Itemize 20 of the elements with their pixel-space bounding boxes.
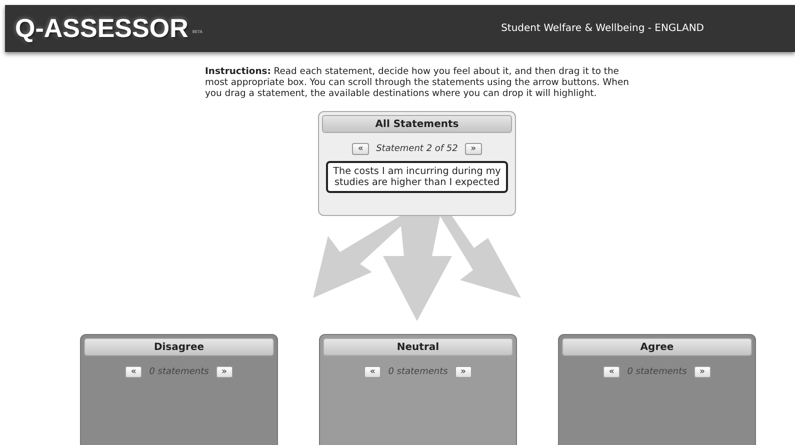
previous-button[interactable]: « <box>364 366 382 378</box>
instructions-text: Instructions: Read each statement, decide how you feel about it, and then drag it to the most appropriate box. You can scroll through the statements using the arrow buttons. When you drag a statement, the available destinations where you can drop it will highlight. <box>205 66 630 99</box>
previous-button[interactable]: « <box>125 366 142 378</box>
statement-counter: 0 statements <box>388 367 448 377</box>
panel-title: Neutral <box>323 338 513 356</box>
previous-button[interactable]: « <box>603 366 620 378</box>
logo: Q-ASSESSOR <box>15 13 188 44</box>
previous-button[interactable]: « <box>352 143 370 155</box>
next-button[interactable]: » <box>694 366 711 378</box>
statement-counter: 0 statements <box>149 367 209 377</box>
next-button[interactable]: » <box>464 143 482 155</box>
next-button[interactable]: » <box>216 366 233 378</box>
panel-title: Disagree <box>84 338 274 356</box>
statement-counter: 0 statements <box>627 367 687 377</box>
statement-counter: Statement 2 of 52 <box>376 144 458 154</box>
next-button[interactable]: » <box>454 366 472 378</box>
statement-card[interactable]: The costs I am incurring during my studies are higher than I expected <box>326 161 508 193</box>
panel-title: All Statements <box>322 115 512 133</box>
survey-title: Student Welfare & Wellbeing - ENGLAND <box>501 23 704 34</box>
panel-title: Agree <box>562 338 752 356</box>
